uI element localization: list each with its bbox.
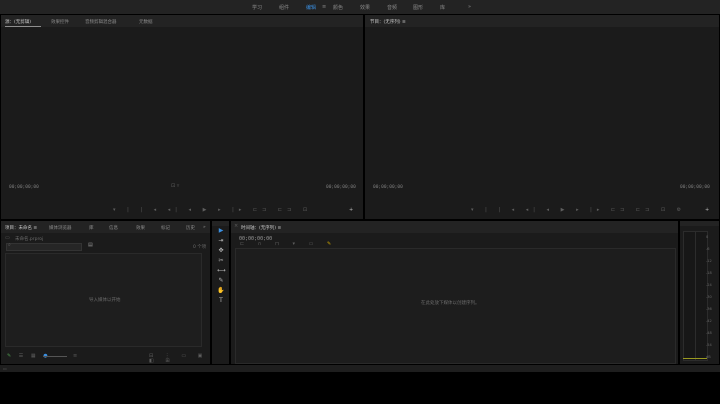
hand-tool-icon[interactable]: ✋ xyxy=(217,287,225,295)
source-monitor-panel: 源：(无剪辑) 效果控件 音频剪辑混合器 元数据 00;00;00;00 ⊡ ▿… xyxy=(1,15,363,219)
timeline-tabbar xyxy=(231,221,678,233)
program-transport-controls[interactable]: ▾ | | ◂ ◂| ◂ ▶ ▸ |▸ ⊏⊐ ⊏⊐ ⊡ ⚙ xyxy=(471,208,686,213)
status-bar: ▭ xyxy=(0,365,720,372)
workspace-bar: 学习 组件 编辑 ≡ 颜色 效果 音频 图形 库 » xyxy=(0,0,720,14)
program-timecode-duration: 00;00;00;00 xyxy=(680,185,710,190)
source-add-button-icon[interactable]: + xyxy=(349,208,353,213)
workspace-tab-9[interactable]: » xyxy=(468,4,471,10)
meter-tick-label: -18 xyxy=(706,271,712,275)
timeline-panel: 时间轴：(无序列) ≡ × 00;00;00;00 ⊏ ∩ ⊓ ▾ ▭ ✎ 在此… xyxy=(231,221,678,364)
ripple-edit-tool-icon[interactable]: ✥ xyxy=(217,247,225,255)
meter-tick-label: dB xyxy=(706,355,711,359)
active-tab-indicator xyxy=(5,26,41,27)
tab-source[interactable]: 源：(无剪辑) xyxy=(5,19,31,25)
meter-tick-label: -54 xyxy=(706,343,712,347)
tools-panel-tabbar xyxy=(212,221,229,226)
source-timecode-current[interactable]: 00;00;00;00 xyxy=(9,185,39,190)
meter-tick-label: -6 xyxy=(706,247,710,251)
razor-tool-icon[interactable]: ✂ xyxy=(217,257,225,265)
workspace-tab-4[interactable]: 颜色 xyxy=(333,4,343,11)
status-icon: ▭ xyxy=(3,366,7,371)
meter-tick-label: -12 xyxy=(706,259,712,263)
meter-tick-label: -36 xyxy=(706,307,712,311)
new-bin-icon[interactable]: ▤ xyxy=(88,243,93,248)
project-empty-message: 导入媒体以开始 xyxy=(89,298,121,303)
workspace-tab-7[interactable]: 图形 xyxy=(413,4,423,11)
workspace-tab-6[interactable]: 音频 xyxy=(387,4,397,11)
meter-tick-label: -30 xyxy=(706,295,712,299)
tab-audio-clip-mixer[interactable]: 音频剪辑混合器 xyxy=(85,19,117,25)
timeline-drop-area[interactable] xyxy=(235,248,676,364)
workspace-tab-5[interactable]: 效果 xyxy=(360,4,370,11)
project-panel: 项目：未命名 ≡ 媒体浏览器 库 信息 效果 标记 历史 » ▭ 未命名.prp… xyxy=(1,221,210,364)
selection-tool-icon[interactable]: ▶ xyxy=(217,227,225,235)
audio-meters-tabbar xyxy=(680,221,719,226)
meter-tick-label: -42 xyxy=(706,319,712,323)
tab-info[interactable]: 信息 xyxy=(109,225,118,231)
workspace-tab-2[interactable]: 编辑 xyxy=(306,4,316,11)
tab-metadata[interactable]: 元数据 xyxy=(139,19,153,25)
type-tool-icon[interactable]: T xyxy=(217,297,225,305)
project-item-count: 0 个项 xyxy=(193,245,207,250)
audio-meters-panel xyxy=(680,221,719,364)
source-zoom-icon[interactable]: ⊡ ▿ xyxy=(171,184,179,189)
source-timecode-duration: 00;00;00;00 xyxy=(326,185,356,190)
tab-overflow[interactable]: » xyxy=(203,225,206,230)
meter-tick-label: 0 xyxy=(706,235,709,239)
meter-tick-label: -48 xyxy=(706,331,712,335)
tab-program[interactable]: 节目：(无序列) ≡ xyxy=(370,19,406,25)
tab-media-browser[interactable]: 媒体浏览器 xyxy=(49,225,72,231)
program-add-button-icon[interactable]: + xyxy=(705,208,709,213)
timeline-toolbar-icons[interactable]: ⊏ ∩ ⊓ ▾ ▭ ✎ xyxy=(240,242,337,247)
tab-effect-controls[interactable]: 效果控件 xyxy=(51,19,69,25)
tab-project[interactable]: 项目：未命名 ≡ xyxy=(5,225,37,231)
folder-icon: ▭ xyxy=(5,235,10,241)
source-transport-controls[interactable]: ▾ | | ◂ ◂| ◂ ▶ ▸ |▸ ⊏⊐ ⊏⊐ ⊡ xyxy=(113,208,312,213)
tab-timeline[interactable]: 时间轴：(无序列) ≡ xyxy=(241,225,281,231)
thumbnail-size-slider[interactable] xyxy=(43,356,67,357)
workspace-tab-3[interactable]: ≡ xyxy=(322,4,326,10)
slip-tool-icon[interactable]: ⟷ xyxy=(217,267,226,275)
project-footer-action-icons[interactable]: ⊟ ⋮ ▭ ▣ ◧ ⊞ xyxy=(149,354,210,364)
pen-tool-icon[interactable]: ✎ xyxy=(217,277,225,285)
workspace-tab-0[interactable]: 学习 xyxy=(252,4,262,11)
close-icon[interactable]: × xyxy=(234,224,238,229)
program-monitor-tabbar xyxy=(365,15,719,27)
project-breadcrumb: 未命名.prproj xyxy=(15,237,44,242)
workspace-tab-1[interactable]: 组件 xyxy=(279,4,289,11)
track-select-tool-icon[interactable]: ⇥ xyxy=(217,237,225,245)
meter-tick-label: -24 xyxy=(706,283,712,287)
search-icon: ⌕ xyxy=(8,242,11,248)
workspace-tab-8[interactable]: 库 xyxy=(440,4,445,11)
project-search-input[interactable] xyxy=(6,243,82,251)
tab-history[interactable]: 历史 xyxy=(186,225,195,231)
tab-markers[interactable]: 标记 xyxy=(161,225,170,231)
audio-meter-level-line xyxy=(683,358,707,359)
sort-icon[interactable]: ≡ xyxy=(73,354,77,359)
timeline-empty-message: 在此处放下媒体以创建序列。 xyxy=(421,301,480,306)
tab-effects[interactable]: 效果 xyxy=(136,225,145,231)
program-monitor-panel: 节目：(无序列) ≡ 00;00;00;00 00;00;00;00 ▾ | |… xyxy=(365,15,719,219)
tab-libraries[interactable]: 库 xyxy=(89,225,94,231)
program-timecode-current[interactable]: 00;00;00;00 xyxy=(373,185,403,190)
